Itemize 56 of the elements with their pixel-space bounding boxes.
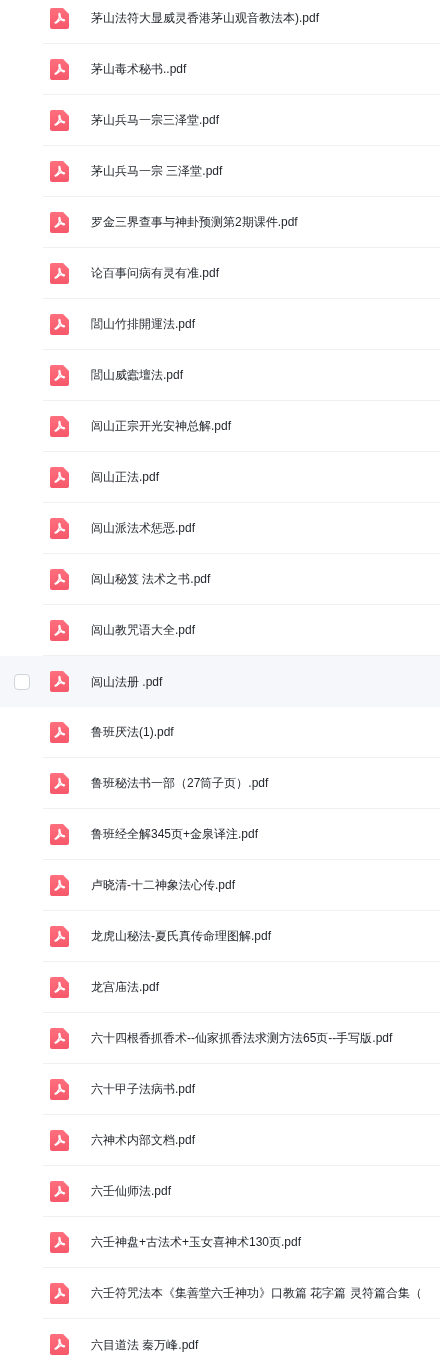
file-name[interactable]: 龙虎山秘法-夏氏真传命理图解.pdf: [91, 927, 271, 945]
file-name[interactable]: 六目道法 秦万峰.pdf: [91, 1335, 199, 1354]
pdf-file-icon: [50, 671, 69, 692]
pdf-file-icon: [50, 976, 69, 998]
pdf-file-icon: [50, 7, 69, 29]
file-name[interactable]: 鲁班秘法书一部（27筒子页）.pdf: [91, 774, 269, 792]
pdf-file-icon: [50, 313, 69, 335]
file-name[interactable]: 闾山秘笈 法术之书.pdf: [91, 570, 211, 588]
pdf-file-icon: [50, 874, 69, 896]
pdf-file-icon: [50, 1334, 69, 1355]
file-name[interactable]: 六神术内部文档.pdf: [91, 1131, 195, 1149]
pdf-file-icon: [50, 619, 69, 641]
file-row[interactable]: 闾山法册 .pdf: [0, 656, 440, 707]
file-name[interactable]: 六壬符咒法本《集善堂六壬神功》口教篇 花字篇 灵符篇合集（: [91, 1284, 422, 1302]
pdf-file-icon: [50, 1282, 69, 1304]
pdf-file-icon: [50, 1078, 69, 1100]
pdf-file-icon: [50, 160, 69, 182]
file-name[interactable]: 鲁班厌法(1).pdf: [91, 723, 174, 741]
pdf-file-icon: [50, 925, 69, 947]
pdf-file-icon: [50, 772, 69, 794]
pdf-file-icon: [50, 415, 69, 437]
file-name[interactable]: 茅山毒术秘书..pdf: [91, 60, 187, 78]
file-name[interactable]: 闾山派法术惩恶.pdf: [91, 519, 195, 537]
file-name[interactable]: 罗金三界查事与神卦预测第2期课件.pdf: [91, 213, 298, 231]
pdf-file-icon: [50, 364, 69, 386]
pdf-file-icon: [50, 211, 69, 233]
pdf-file-icon: [50, 823, 69, 845]
file-name[interactable]: 閭山威蠹壇法.pdf: [91, 366, 183, 384]
file-name[interactable]: 茅山兵马一宗 三泽堂.pdf: [91, 162, 223, 180]
file-name[interactable]: 六十甲子法病书.pdf: [91, 1080, 195, 1098]
pdf-file-icon: [50, 1027, 69, 1049]
pdf-file-icon: [50, 1231, 69, 1253]
file-name[interactable]: 论百事问病有灵有准.pdf: [91, 264, 219, 282]
pdf-file-icon: [50, 517, 69, 539]
file-name[interactable]: 闾山正宗开光安神总解.pdf: [91, 417, 231, 435]
row-checkbox[interactable]: [13, 673, 30, 690]
file-name[interactable]: 閭山竹排開運法.pdf: [91, 315, 195, 333]
file-name[interactable]: 卢晓清-十二神象法心传.pdf: [91, 876, 235, 894]
file-name[interactable]: 鲁班经全解345页+金泉译注.pdf: [91, 825, 259, 843]
file-name[interactable]: 龙宫庙法.pdf: [91, 978, 159, 996]
file-name[interactable]: 六壬神盘+古法术+玉女喜神术130页.pdf: [91, 1233, 302, 1251]
file-name[interactable]: 闾山法册 .pdf: [91, 672, 163, 691]
pdf-file-icon: [50, 568, 69, 590]
file-name[interactable]: 六十四根香抓香术--仙家抓香法求测方法65页--手写版.pdf: [91, 1029, 393, 1047]
pdf-file-icon: [50, 58, 69, 80]
file-name[interactable]: 茅山兵马一宗三泽堂.pdf: [91, 111, 219, 129]
pdf-file-icon: [50, 1129, 69, 1151]
pdf-file-icon: [50, 1180, 69, 1202]
file-name[interactable]: 闾山正法.pdf: [91, 468, 159, 486]
pdf-file-icon: [50, 721, 69, 743]
pdf-file-icon: [50, 466, 69, 488]
file-name[interactable]: 六壬仙师法.pdf: [91, 1182, 171, 1200]
pdf-file-icon: [50, 262, 69, 284]
pdf-file-icon: [50, 109, 69, 131]
file-name[interactable]: 茅山法符大显威灵香港茅山观音教法本).pdf: [91, 9, 319, 27]
file-name[interactable]: 闾山教咒语大全.pdf: [91, 621, 195, 639]
